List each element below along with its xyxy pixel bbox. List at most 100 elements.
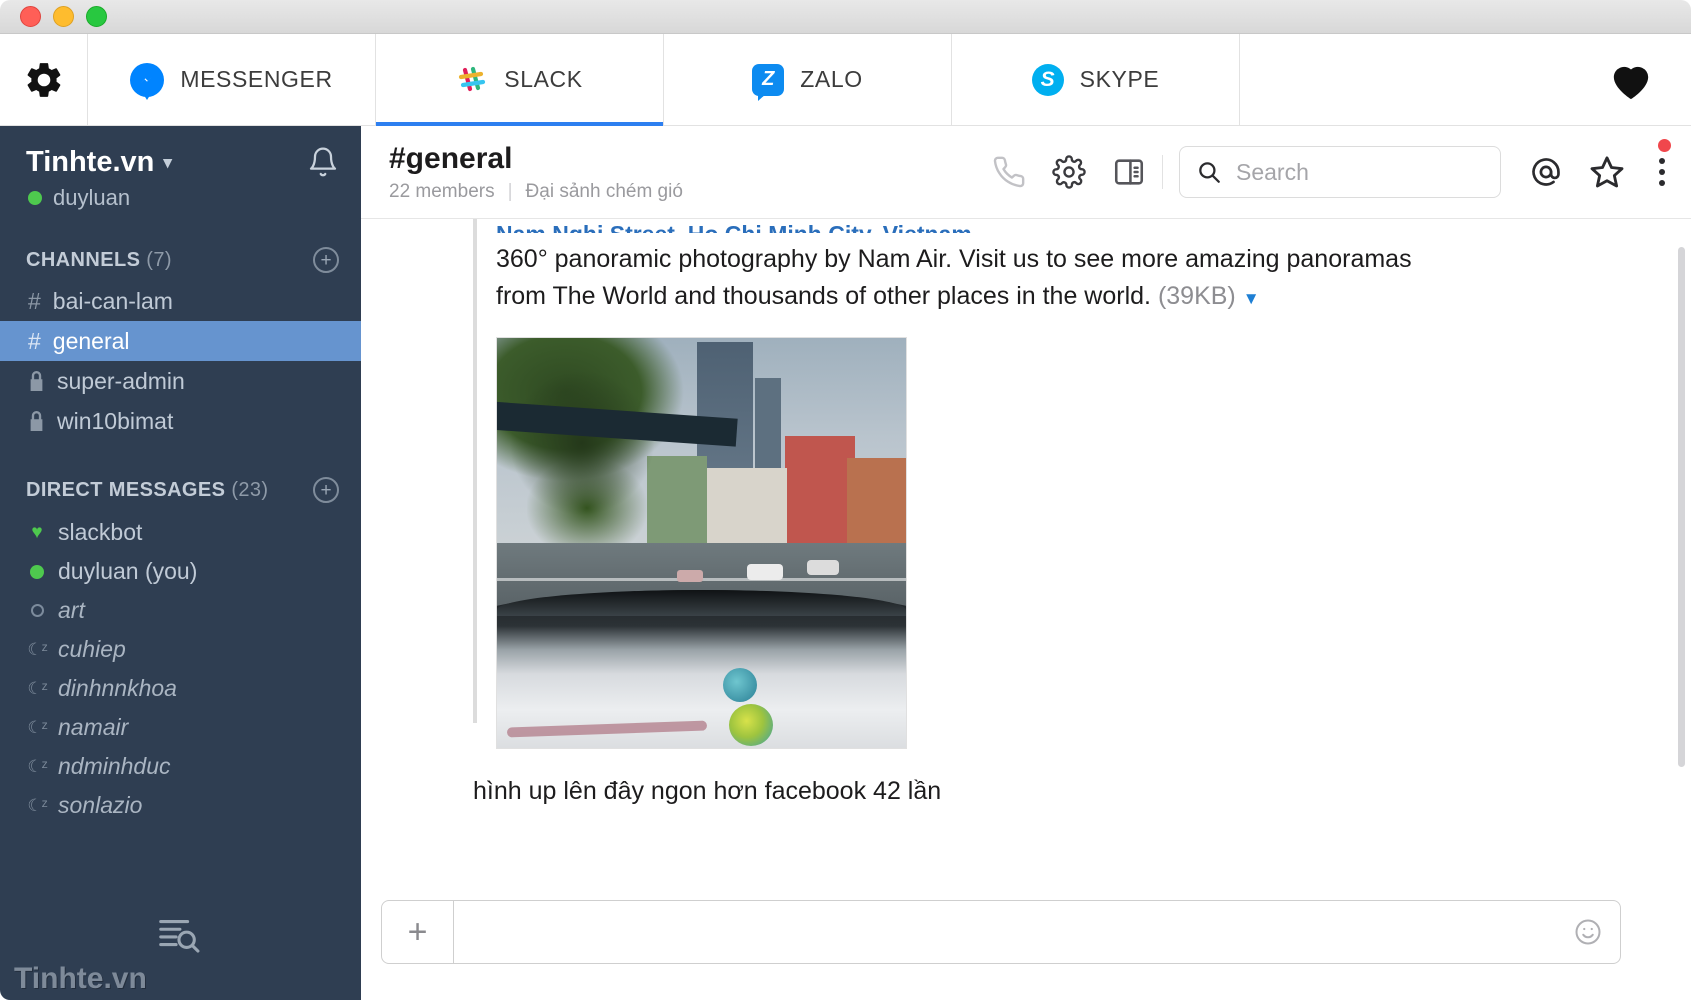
attachment-link[interactable]: Nam Nghi Street, Ho Chi Minh City, Vietn… [496,219,1691,233]
attachment-body: Nam Nghi Street, Ho Chi Minh City, Vietn… [473,219,1691,749]
gear-icon [23,59,65,101]
dm-title: DIRECT MESSAGES (23) [26,479,269,502]
sidebar-item-cuhiep[interactable]: ☾ᶻ cuhiep [0,630,361,669]
message-scrollbar[interactable] [1678,229,1685,880]
team-name-label: Tinhte.vn [26,146,155,178]
tab-label: SLACK [504,66,583,92]
channel-title-block: #general 22 members | Đại sảnh chém gió [389,142,683,203]
panel-toggle-icon[interactable] [1112,155,1146,189]
sidebar-item-super-admin[interactable]: super-admin [0,361,361,401]
app-body: Tinhte.vn ▾ duyluan CHANNELS (7) + # bai… [0,126,1691,1000]
presence-online-icon [28,191,42,205]
tab-label: SKYPE [1079,66,1160,92]
tabbar-spacer [1240,34,1571,125]
sidebar-item-art[interactable]: art [0,591,361,630]
hash-icon: # [28,327,41,354]
snooze-icon: ☾ᶻ [27,757,47,776]
snooze-icon: ☾ᶻ [27,640,47,659]
smiley-icon[interactable] [1556,901,1620,963]
chevron-down-icon: ▾ [163,153,172,172]
tab-slack[interactable]: SLACK [376,34,664,126]
messenger-icon [130,62,165,100]
star-icon[interactable] [1589,154,1625,190]
add-channel-button[interactable]: + [313,247,339,273]
attachment-size: (39KB) [1157,282,1236,310]
team-name[interactable]: Tinhte.vn ▾ [26,146,172,179]
composer-input-wrap[interactable] [454,901,1556,963]
channel-header: #general 22 members | Đại sảnh chém gió [361,126,1691,219]
dm-count: (23) [231,478,269,501]
window-titlebar [0,0,1691,34]
channel-list: # bai-can-lam # general super-admin win1… [0,281,361,441]
notification-badge [1658,139,1671,152]
sidebar-item-general[interactable]: # general [0,321,361,361]
heart-icon [1608,59,1654,101]
sidebar-item-dinhnnkhoa[interactable]: ☾ᶻ dinhnnkhoa [0,669,361,708]
channels-title-label: CHANNELS [26,248,141,271]
tab-label: ZALO [800,66,863,92]
snooze-icon: ☾ᶻ [27,718,47,737]
skype-icon: S [1031,63,1064,96]
list-search-icon [155,912,201,958]
zalo-icon: Z [752,63,785,101]
dm-label: art [58,597,85,623]
sidebar: Tinhte.vn ▾ duyluan CHANNELS (7) + # bai… [0,126,361,1000]
channel-label: bai-can-lam [52,287,173,314]
chevron-down-icon[interactable]: ▼ [1243,289,1260,308]
message-composer[interactable]: + [381,900,1621,964]
heart-status-icon: ♥ [31,522,43,543]
sidebar-item-duyluan[interactable]: duyluan (you) [0,552,361,591]
tab-zalo[interactable]: Z ZALO [664,34,952,125]
attachment-description: 360° panoramic photography by Nam Air. V… [496,241,1456,315]
gear-icon[interactable] [1052,155,1086,189]
sidebar-item-slackbot[interactable]: ♥ slackbot [0,513,361,552]
search-input[interactable] [1236,158,1484,186]
sidebar-item-sonlazio[interactable]: ☾ᶻ sonlazio [0,786,361,825]
settings-button[interactable] [0,34,88,125]
attachment-image[interactable] [496,337,907,749]
message-input[interactable] [472,918,1538,946]
channels-title: CHANNELS (7) [26,249,172,272]
slack-icon [456,64,488,96]
watermark-label: Tinhte.vn [14,962,147,995]
window-zoom-button[interactable] [86,6,107,27]
bell-icon[interactable] [307,146,339,178]
lock-icon [28,411,45,431]
hash-icon: # [28,287,41,314]
dm-title-label: DIRECT MESSAGES [26,478,226,501]
member-count: 22 members [389,180,495,202]
sidebar-item-namair[interactable]: ☾ᶻ namair [0,708,361,747]
channel-label: win10bimat [57,407,174,434]
current-user-presence: duyluan [0,183,361,211]
add-dm-button[interactable]: + [313,477,339,503]
sidebar-item-bai-can-lam[interactable]: # bai-can-lam [0,281,361,321]
channel-label: super-admin [57,367,185,394]
app-window: MESSENGER SLACK Z ZALO S SKYPE Tinhte.vn… [0,0,1691,1000]
scrollbar-thumb[interactable] [1678,247,1685,767]
subtitle-separator: | [507,180,513,202]
channels-section-header: CHANNELS (7) + [0,247,361,273]
sidebar-item-ndminhduc[interactable]: ☾ᶻ ndminhduc [0,747,361,786]
header-action-icons [992,155,1146,189]
plus-icon[interactable]: + [382,901,454,963]
dm-section-header: DIRECT MESSAGES (23) + [0,477,361,503]
current-user-name: duyluan [53,185,131,210]
tab-messenger[interactable]: MESSENGER [88,34,376,125]
phone-icon[interactable] [992,155,1026,189]
attachment-accent-bar [473,219,477,723]
channels-count: (7) [146,248,172,271]
search-box[interactable] [1179,146,1501,198]
team-header[interactable]: Tinhte.vn ▾ [0,126,361,183]
tab-skype[interactable]: S SKYPE [952,34,1240,125]
channel-topic: Đại sảnh chém gió [525,180,683,202]
sidebar-item-win10bimat[interactable]: win10bimat [0,401,361,441]
mention-icon[interactable] [1529,155,1563,189]
more-options-icon[interactable] [1651,139,1673,188]
window-minimize-button[interactable] [53,6,74,27]
dm-label: dinhnnkhoa [58,675,177,701]
header-divider [1162,155,1163,189]
window-close-button[interactable] [20,6,41,27]
service-tabbar: MESSENGER SLACK Z ZALO S SKYPE [0,34,1691,126]
favorite-button[interactable] [1571,34,1691,125]
dm-label: slackbot [58,519,143,545]
